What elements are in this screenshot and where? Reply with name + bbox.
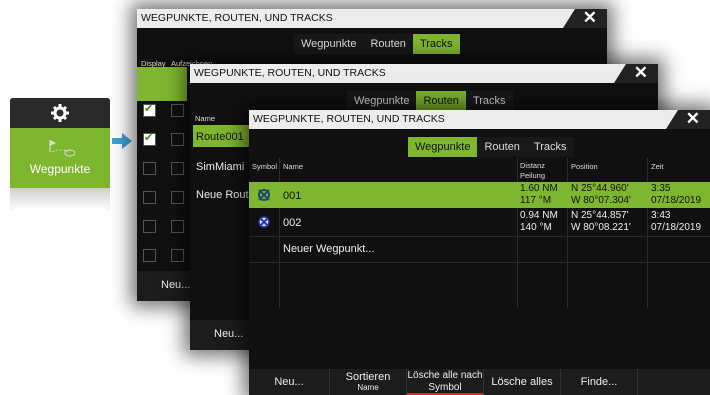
- waypoint-bearing: 117 °M: [520, 195, 552, 206]
- track-record-checkbox[interactable]: [171, 162, 184, 175]
- tab-bar: Wegpunkte Routen Tracks: [408, 137, 574, 157]
- col-header-position: Position: [571, 162, 598, 171]
- tile-label: Wegpunkte: [29, 162, 91, 176]
- new-button[interactable]: Neu...: [161, 279, 190, 291]
- tab-tracks[interactable]: Tracks: [412, 34, 460, 54]
- tab-bar: Wegpunkte Routen Tracks: [294, 34, 460, 54]
- find-button[interactable]: Finde...: [561, 369, 638, 395]
- tab-wegpunkte[interactable]: Wegpunkte: [408, 137, 478, 157]
- close-icon: ✕: [633, 64, 648, 82]
- col-header-name: Name: [283, 162, 304, 171]
- delete-all-button[interactable]: Lösche alles: [484, 369, 561, 395]
- tile-selected-area[interactable]: [10, 128, 110, 188]
- track-record-checkbox[interactable]: [171, 133, 184, 146]
- waypoint-distance: 1.60 NM: [520, 183, 558, 194]
- tab-tracks[interactable]: Tracks: [465, 91, 513, 111]
- track-record-checkbox[interactable]: [171, 104, 184, 117]
- new-button[interactable]: Neu...: [249, 369, 330, 395]
- waypoint-lat: N 25°44.857': [571, 210, 629, 221]
- waypoint-name: 001: [283, 190, 302, 202]
- sort-button[interactable]: Sortieren Name: [330, 369, 407, 395]
- waypoint-time: 3:35: [651, 183, 671, 194]
- dialog-title: WEGPUNKTE, ROUTEN, UND TRACKS: [249, 110, 710, 129]
- track-display-checkbox[interactable]: [143, 131, 156, 146]
- sort-button-value: Name: [357, 383, 379, 392]
- tab-bar: Wegpunkte Routen Tracks: [347, 91, 513, 111]
- dialog-title: WEGPUNKTE, ROUTEN, UND TRACKS: [190, 64, 658, 83]
- tile-footer: [10, 188, 110, 210]
- track-record-checkbox[interactable]: [171, 249, 184, 262]
- delete-all-label: Lösche alles: [491, 376, 553, 388]
- delete-by-symbol-button[interactable]: Lösche alle nach Symbol: [407, 369, 484, 395]
- tab-routen[interactable]: Routen: [477, 137, 527, 157]
- row-divider: [249, 236, 710, 237]
- tab-wegpunkte[interactable]: Wegpunkte: [347, 91, 417, 111]
- track-display-checkbox[interactable]: [143, 162, 156, 175]
- table-row[interactable]: [249, 209, 710, 235]
- close-icon: ✕: [582, 9, 597, 27]
- new-button[interactable]: Neu...: [214, 328, 243, 340]
- col-header-name: Name: [195, 114, 216, 123]
- delete-by-symbol-label: Lösche alle nach Symbol: [407, 370, 483, 393]
- waypoint-lat: N 25°44.960': [571, 183, 629, 194]
- waypoint-symbol-icon: [258, 216, 270, 228]
- track-display-checkbox[interactable]: [143, 191, 156, 204]
- track-display-checkbox[interactable]: [143, 102, 156, 117]
- col-header-time: Zeit: [651, 162, 664, 171]
- waypoint-distance: 0.94 NM: [520, 210, 558, 221]
- route-name[interactable]: Route001: [196, 131, 244, 143]
- waypoint-lon: W 80°07.304': [571, 195, 631, 206]
- gear-icon[interactable]: [10, 98, 110, 128]
- route-name[interactable]: SimMiami: [196, 161, 244, 173]
- waypoints-tile[interactable]: Wegpunkte: [10, 98, 110, 210]
- track-display-checkbox[interactable]: [143, 220, 156, 233]
- waypoint-date: 07/18/2019: [651, 195, 702, 206]
- tile-header: [10, 98, 110, 128]
- tab-tracks[interactable]: Tracks: [526, 137, 574, 157]
- waypoint-lon: W 80°08.221': [571, 222, 631, 233]
- new-button-label: Neu...: [274, 376, 304, 388]
- tab-routen[interactable]: Routen: [416, 91, 466, 111]
- row-divider: [249, 262, 710, 263]
- waypoint-flags-icon: [49, 140, 76, 157]
- dialog-title: WEGPUNKTE, ROUTEN, UND TRACKS: [137, 9, 607, 28]
- waypoint-symbol-icon: [258, 189, 270, 201]
- waypoint-date: 07/18/2019: [651, 222, 702, 233]
- track-record-checkbox[interactable]: [171, 220, 184, 233]
- track-display-checkbox[interactable]: [143, 249, 156, 262]
- tab-wegpunkte[interactable]: Wegpunkte: [294, 34, 364, 54]
- find-button-label: Finde...: [580, 376, 618, 388]
- waypoint-bearing: 140 °M: [520, 222, 552, 233]
- new-waypoint-item[interactable]: Neuer Wegpunkt...: [283, 243, 375, 255]
- close-icon: ✕: [685, 110, 700, 128]
- col-header-bearing: Peilung: [520, 171, 546, 180]
- col-header-distance: Distanz: [520, 161, 546, 170]
- sort-button-label: Sortieren: [345, 371, 391, 383]
- display-col-highlight: [137, 67, 167, 101]
- waypoint-time: 3:43: [651, 210, 671, 221]
- arrow-right-icon: [112, 133, 132, 149]
- waypoint-name: 002: [283, 217, 302, 229]
- dialog-waypoints: WEGPUNKTE, ROUTEN, UND TRACKS ✕ Wegpunkt…: [249, 110, 710, 395]
- col-header-symbol: Symbol: [252, 162, 278, 171]
- table-row-selected[interactable]: [249, 182, 710, 208]
- record-col-highlight: [167, 67, 187, 101]
- tab-routen[interactable]: Routen: [363, 34, 413, 54]
- track-record-checkbox[interactable]: [171, 191, 184, 204]
- bottom-bar: Neu... Sortieren Name Lösche alle nach S…: [249, 369, 710, 395]
